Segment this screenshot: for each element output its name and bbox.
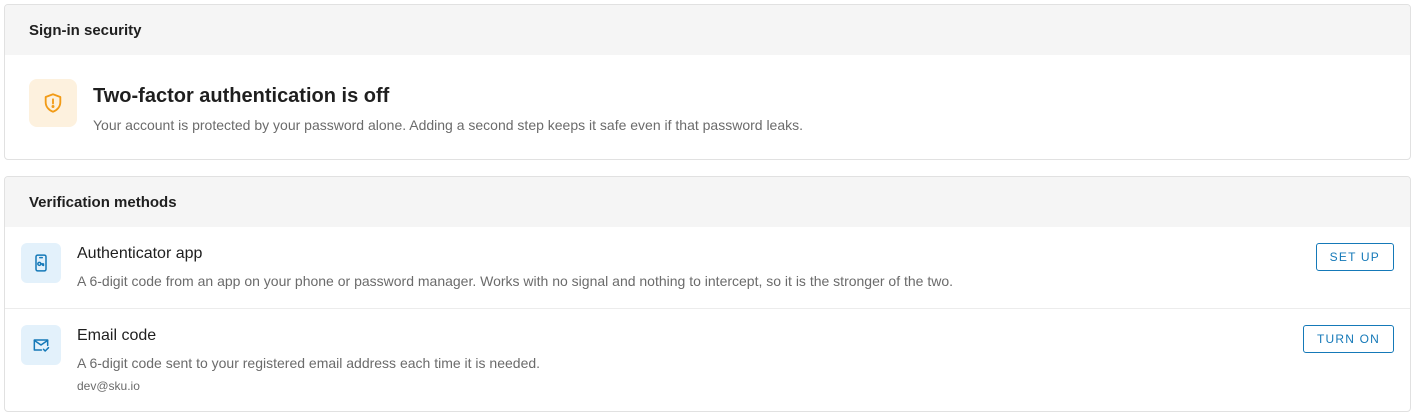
phone-key-icon xyxy=(21,243,61,283)
method-row-email-code: Email code A 6-digit code sent to your r… xyxy=(5,308,1410,411)
set-up-button[interactable]: SET UP xyxy=(1315,243,1394,271)
method-description: A 6-digit code sent to your registered e… xyxy=(77,355,541,371)
status-title: Two-factor authentication is off xyxy=(93,85,390,107)
method-name: Authenticator app xyxy=(77,245,203,262)
sign-in-security-card: Sign-in security Two-factor authenticati… xyxy=(4,4,1411,160)
email-check-icon xyxy=(21,325,61,365)
verification-methods-card: Verification methods Authenticator app A… xyxy=(4,176,1411,412)
method-row-authenticator-app: Authenticator app A 6-digit code from an… xyxy=(5,227,1410,308)
verification-methods-header: Verification methods xyxy=(5,177,1410,227)
status-description: Your account is protected by your passwo… xyxy=(93,117,804,133)
registered-email: dev@sku.io xyxy=(77,379,140,393)
method-description: A 6-digit code from an app on your phone… xyxy=(77,273,954,289)
sign-in-security-header: Sign-in security xyxy=(5,5,1410,55)
two-factor-status: Two-factor authentication is off Your ac… xyxy=(5,55,1410,159)
shield-alert-icon xyxy=(29,79,77,127)
turn-on-button[interactable]: TURN ON xyxy=(1302,325,1394,353)
method-name: Email code xyxy=(77,327,157,344)
